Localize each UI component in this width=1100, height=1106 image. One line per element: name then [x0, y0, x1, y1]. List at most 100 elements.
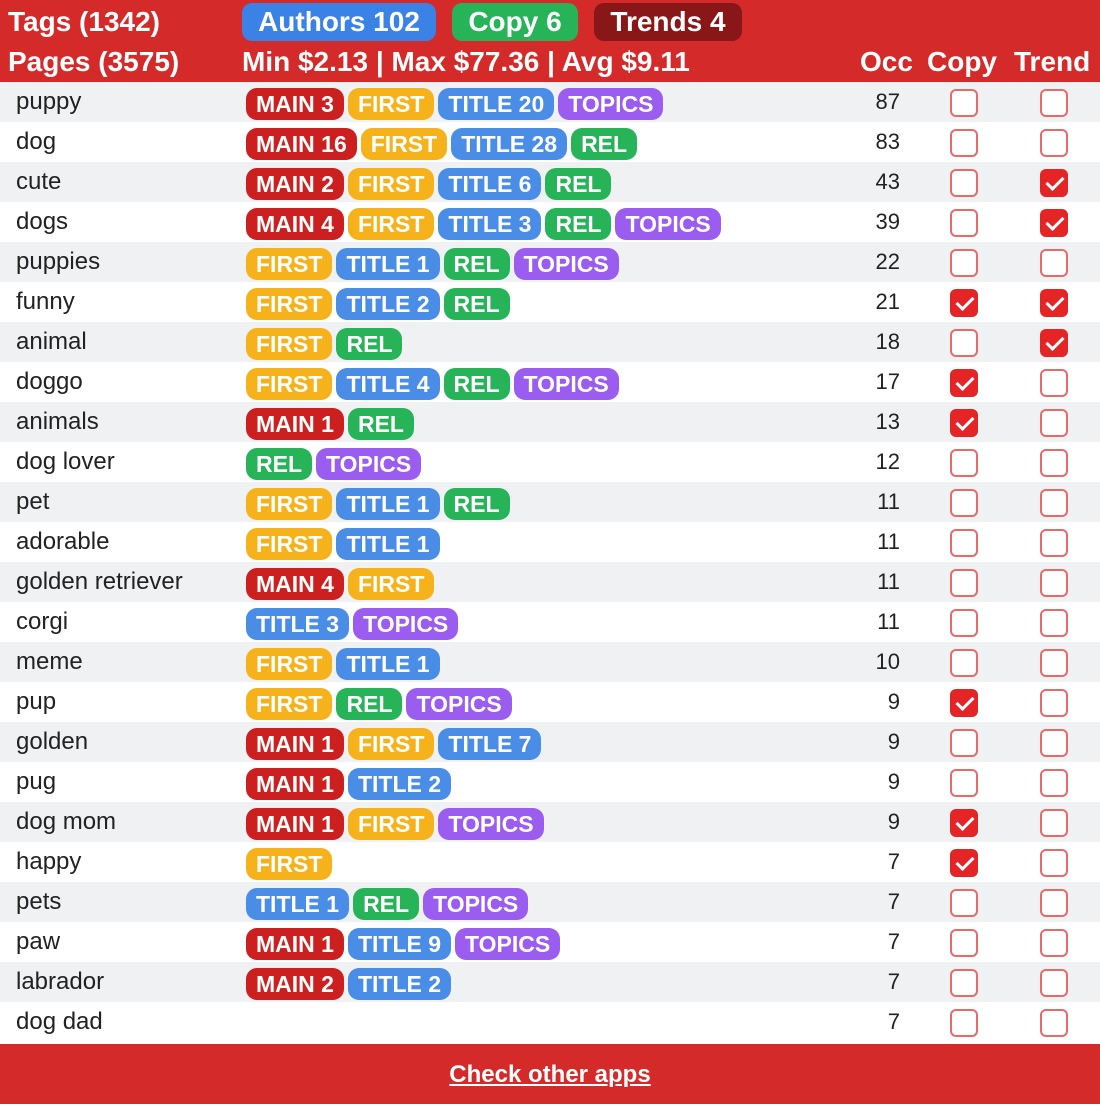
- copy-checkbox[interactable]: [950, 929, 978, 957]
- authors-filter-button[interactable]: Authors 102: [242, 3, 436, 41]
- topics-badge: TOPICS: [423, 888, 529, 920]
- copy-checkbox[interactable]: [950, 609, 978, 637]
- column-header-trend[interactable]: Trend: [1014, 45, 1090, 79]
- tag-name[interactable]: animal: [16, 322, 87, 362]
- trend-checkbox[interactable]: [1040, 609, 1068, 637]
- copy-filter-button[interactable]: Copy 6: [452, 3, 578, 41]
- tag-name[interactable]: pets: [16, 882, 61, 922]
- copy-checkbox[interactable]: [950, 1009, 978, 1037]
- tag-name[interactable]: cute: [16, 162, 61, 202]
- table-row: meme FIRST TITLE 1 10: [0, 642, 1100, 682]
- trend-checkbox[interactable]: [1040, 409, 1068, 437]
- main-badge: MAIN 1: [246, 728, 344, 760]
- trend-checkbox[interactable]: [1040, 849, 1068, 877]
- trend-checkbox[interactable]: [1040, 929, 1068, 957]
- tag-name[interactable]: dog: [16, 122, 56, 162]
- trends-filter-button[interactable]: Trends 4: [594, 3, 742, 41]
- topics-badge: TOPICS: [438, 808, 544, 840]
- trend-checkbox[interactable]: [1040, 289, 1068, 317]
- copy-checkbox[interactable]: [950, 889, 978, 917]
- copy-checkbox[interactable]: [950, 809, 978, 837]
- tag-name[interactable]: puppies: [16, 242, 100, 282]
- badge-group: FIRST TITLE 1 REL TOPICS: [246, 248, 619, 280]
- occurrence-count: 7: [887, 849, 900, 874]
- tag-name[interactable]: pet: [16, 482, 49, 522]
- tag-name[interactable]: doggo: [16, 362, 83, 402]
- badge-group: MAIN 1 FIRST TITLE 7: [246, 728, 542, 760]
- copy-checkbox[interactable]: [950, 969, 978, 997]
- trend-checkbox[interactable]: [1040, 689, 1068, 717]
- trend-checkbox[interactable]: [1040, 809, 1068, 837]
- badge-group: MAIN 4 FIRST: [246, 568, 435, 600]
- copy-checkbox[interactable]: [950, 769, 978, 797]
- trend-checkbox[interactable]: [1040, 729, 1068, 757]
- tag-name[interactable]: corgi: [16, 602, 68, 642]
- badge-group: FIRST TITLE 4 REL TOPICS: [246, 368, 619, 400]
- tag-name[interactable]: puppy: [16, 82, 81, 122]
- copy-checkbox[interactable]: [950, 529, 978, 557]
- rel-badge: REL: [443, 248, 510, 280]
- copy-checkbox[interactable]: [950, 649, 978, 677]
- badge-group: TITLE 3 TOPICS: [246, 608, 459, 640]
- table-row: golden MAIN 1 FIRST TITLE 7 9: [0, 722, 1100, 762]
- column-header-copy[interactable]: Copy: [927, 45, 997, 79]
- main-badge: MAIN 1: [246, 408, 344, 440]
- copy-checkbox[interactable]: [950, 409, 978, 437]
- trend-checkbox[interactable]: [1040, 449, 1068, 477]
- badge-group: FIRST REL TOPICS: [246, 688, 512, 720]
- trend-checkbox[interactable]: [1040, 769, 1068, 797]
- trend-checkbox[interactable]: [1040, 1009, 1068, 1037]
- trend-checkbox[interactable]: [1040, 329, 1068, 357]
- copy-checkbox[interactable]: [950, 369, 978, 397]
- trend-checkbox[interactable]: [1040, 529, 1068, 557]
- title-badge: TITLE 2: [347, 968, 452, 1000]
- trend-checkbox[interactable]: [1040, 169, 1068, 197]
- trend-checkbox[interactable]: [1040, 569, 1068, 597]
- trend-checkbox[interactable]: [1040, 969, 1068, 997]
- occurrence-count: 9: [887, 769, 900, 794]
- table-row: dog mom MAIN 1 FIRST TOPICS 9: [0, 802, 1100, 842]
- tag-name[interactable]: happy: [16, 842, 81, 882]
- tag-name[interactable]: animals: [16, 402, 99, 442]
- tag-name[interactable]: dogs: [16, 202, 68, 242]
- copy-checkbox[interactable]: [950, 729, 978, 757]
- trend-checkbox[interactable]: [1040, 369, 1068, 397]
- title-badge: TITLE 7: [438, 728, 542, 760]
- copy-checkbox[interactable]: [950, 249, 978, 277]
- column-header-occ[interactable]: Occ: [860, 45, 913, 79]
- tag-name[interactable]: dog mom: [16, 802, 116, 842]
- tag-name[interactable]: golden: [16, 722, 88, 762]
- copy-checkbox[interactable]: [950, 849, 978, 877]
- copy-checkbox[interactable]: [950, 129, 978, 157]
- tag-name[interactable]: dog lover: [16, 442, 115, 482]
- occurrence-count: 10: [875, 649, 900, 674]
- copy-checkbox[interactable]: [950, 569, 978, 597]
- trend-checkbox[interactable]: [1040, 649, 1068, 677]
- tag-name[interactable]: paw: [16, 922, 60, 962]
- badge-group: FIRST TITLE 1: [246, 528, 440, 560]
- copy-checkbox[interactable]: [950, 89, 978, 117]
- copy-checkbox[interactable]: [950, 209, 978, 237]
- tag-name[interactable]: labrador: [16, 962, 104, 1002]
- tag-name[interactable]: pug: [16, 762, 56, 802]
- tag-name[interactable]: meme: [16, 642, 83, 682]
- trend-checkbox[interactable]: [1040, 489, 1068, 517]
- copy-checkbox[interactable]: [950, 689, 978, 717]
- copy-checkbox[interactable]: [950, 449, 978, 477]
- trend-checkbox[interactable]: [1040, 89, 1068, 117]
- check-other-apps-link[interactable]: Check other apps: [449, 1061, 650, 1088]
- tag-name[interactable]: dog dad: [16, 1002, 103, 1042]
- trend-checkbox[interactable]: [1040, 889, 1068, 917]
- tag-name[interactable]: funny: [16, 282, 75, 322]
- trend-checkbox[interactable]: [1040, 249, 1068, 277]
- tag-name[interactable]: pup: [16, 682, 56, 722]
- copy-checkbox[interactable]: [950, 289, 978, 317]
- copy-checkbox[interactable]: [950, 169, 978, 197]
- copy-checkbox[interactable]: [950, 329, 978, 357]
- rel-badge: REL: [353, 888, 420, 920]
- tag-name[interactable]: adorable: [16, 522, 109, 562]
- trend-checkbox[interactable]: [1040, 129, 1068, 157]
- copy-checkbox[interactable]: [950, 489, 978, 517]
- tag-name[interactable]: golden retriever: [16, 562, 183, 602]
- trend-checkbox[interactable]: [1040, 209, 1068, 237]
